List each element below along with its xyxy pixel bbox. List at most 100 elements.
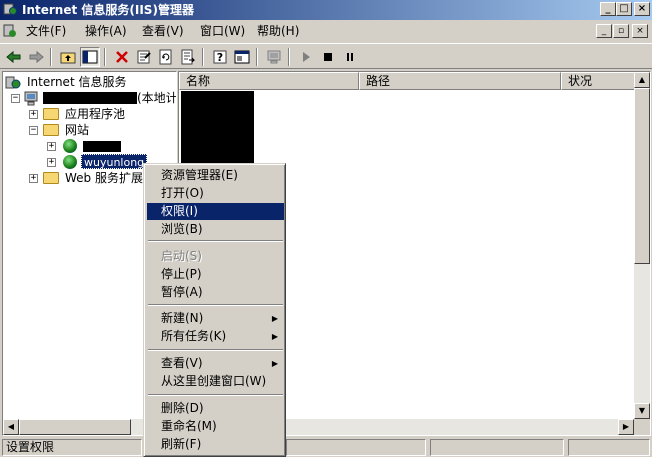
ctx-item-label: 新建(N) [161, 311, 204, 325]
ctx-separator [148, 394, 283, 396]
redacted-list-content [181, 91, 254, 171]
ctx-explorer[interactable]: 资源管理器(E) [147, 167, 284, 184]
ctx-pause[interactable]: 暂停(A) [147, 284, 284, 301]
ctx-separator [148, 349, 283, 351]
folder-icon [43, 108, 59, 120]
ctx-separator [148, 240, 283, 242]
folder-icon [43, 124, 59, 136]
tree-item-label: 应用程序池 [65, 107, 126, 121]
ctx-delete[interactable]: 删除(D) [147, 400, 284, 417]
tree-item-label: Web 服务扩展 [65, 171, 143, 185]
ctx-stop[interactable]: 停止(P) [147, 266, 284, 283]
scroll-corner [634, 419, 650, 435]
scroll-down-button[interactable]: ▼ [634, 403, 650, 419]
delete-icon[interactable] [112, 47, 132, 67]
mdi-close-button[interactable]: × [632, 24, 648, 38]
iis-app-icon [3, 3, 17, 15]
scroll-left-button[interactable]: ◀ [3, 419, 19, 435]
expand-toggle[interactable]: + [29, 174, 38, 183]
scroll-thumb[interactable] [634, 88, 650, 264]
menu-help[interactable]: 帮助(H) [257, 24, 299, 38]
toolbar: ? [0, 43, 652, 69]
forward-icon[interactable] [26, 47, 46, 67]
title-bar[interactable]: Internet 信息服务(IIS)管理器 _ □ × [0, 0, 652, 20]
tree-root-label: Internet 信息服务 [27, 75, 127, 89]
close-button[interactable]: × [634, 2, 650, 16]
ctx-refresh[interactable]: 刷新(F) [147, 436, 284, 453]
toolbar-separator [50, 48, 52, 66]
ctx-item-label: 查看(V) [161, 356, 203, 370]
show-hide-tree-icon[interactable] [80, 47, 100, 67]
ctx-rename[interactable]: 重命名(M) [147, 418, 284, 435]
status-bar: 设置权限 [0, 438, 652, 457]
expand-toggle[interactable]: + [47, 142, 56, 151]
menu-action[interactable]: 操作(A) [85, 24, 127, 38]
website-globe-icon [63, 139, 77, 153]
status-cell [286, 439, 426, 456]
column-header-path[interactable]: 路径 [359, 72, 561, 90]
back-icon[interactable] [4, 47, 24, 67]
iis-root-icon [5, 76, 21, 89]
ctx-browse[interactable]: 浏览(B) [147, 221, 284, 238]
window-title: Internet 信息服务(IIS)管理器 [22, 3, 194, 17]
toolbar-separator [202, 48, 204, 66]
expand-toggle[interactable]: + [29, 110, 38, 119]
menu-view[interactable]: 查看(V) [142, 24, 184, 38]
pause-icon[interactable] [340, 47, 360, 67]
submenu-arrow-icon: ▶ [271, 359, 278, 368]
collapse-toggle[interactable]: − [11, 94, 20, 103]
redacted-site-name [83, 141, 121, 152]
status-cell [568, 439, 650, 456]
help-icon[interactable]: ? [210, 47, 230, 67]
submenu-arrow-icon: ▶ [271, 332, 278, 341]
stop-icon[interactable] [318, 47, 338, 67]
play-icon[interactable] [296, 47, 316, 67]
scroll-up-button[interactable]: ▲ [634, 72, 650, 88]
expand-toggle[interactable]: + [47, 158, 56, 167]
column-header-name[interactable]: 名称 [179, 72, 359, 90]
toolbar-separator [288, 48, 290, 66]
console-icon[interactable] [232, 47, 252, 67]
ctx-view[interactable]: 查看(V) ▶ [147, 355, 284, 372]
tree-item-label: 网站 [65, 123, 90, 137]
website-globe-icon [63, 155, 77, 169]
refresh-icon[interactable] [156, 47, 176, 67]
scroll-thumb[interactable] [19, 419, 131, 435]
up-level-icon[interactable] [58, 47, 78, 67]
list-vscrollbar[interactable]: ▲ ▼ [634, 72, 650, 419]
computer-icon[interactable] [264, 47, 284, 67]
svg-text:?: ? [217, 51, 223, 64]
mdi-minimize-button[interactable]: _ [596, 24, 612, 38]
ctx-new[interactable]: 新建(N) ▶ [147, 310, 284, 327]
ctx-all-tasks[interactable]: 所有任务(K) ▶ [147, 328, 284, 345]
column-header-status[interactable]: 状况 [561, 72, 635, 90]
properties-icon[interactable] [134, 47, 154, 67]
ctx-permissions[interactable]: 权限(I) [147, 203, 284, 220]
maximize-button[interactable]: □ [616, 2, 632, 16]
ctx-new-window[interactable]: 从这里创建窗口(W) [147, 373, 284, 390]
ctx-item-label: 所有任务(K) [161, 329, 227, 343]
context-menu: 资源管理器(E) 打开(O) 权限(I) 浏览(B) 启动(S) 停止(P) 暂… [143, 163, 286, 457]
ctx-open[interactable]: 打开(O) [147, 185, 284, 202]
status-cell [430, 439, 564, 456]
mmc-document-icon [3, 24, 16, 37]
folder-icon [43, 172, 59, 184]
scroll-right-button[interactable]: ▶ [618, 419, 634, 435]
minimize-button[interactable]: _ [600, 2, 616, 16]
submenu-arrow-icon: ▶ [271, 314, 278, 323]
redacted-server-name [43, 92, 137, 104]
server-icon [24, 91, 38, 106]
menu-window[interactable]: 窗口(W) [200, 24, 245, 38]
toolbar-separator [104, 48, 106, 66]
menu-bar: 文件(F) 操作(A) 查看(V) 窗口(W) 帮助(H) [0, 20, 652, 42]
server-suffix: (本地计 [137, 91, 177, 105]
export-list-icon[interactable] [178, 47, 198, 67]
menu-file[interactable]: 文件(F) [26, 24, 66, 38]
status-text: 设置权限 [2, 439, 142, 456]
ctx-separator [148, 304, 283, 306]
toolbar-separator [256, 48, 258, 66]
tree-item-label: wuyunlong [81, 154, 148, 169]
mdi-restore-button[interactable]: ▫ [613, 24, 629, 38]
ctx-start[interactable]: 启动(S) [147, 248, 284, 265]
collapse-toggle[interactable]: − [29, 126, 38, 135]
